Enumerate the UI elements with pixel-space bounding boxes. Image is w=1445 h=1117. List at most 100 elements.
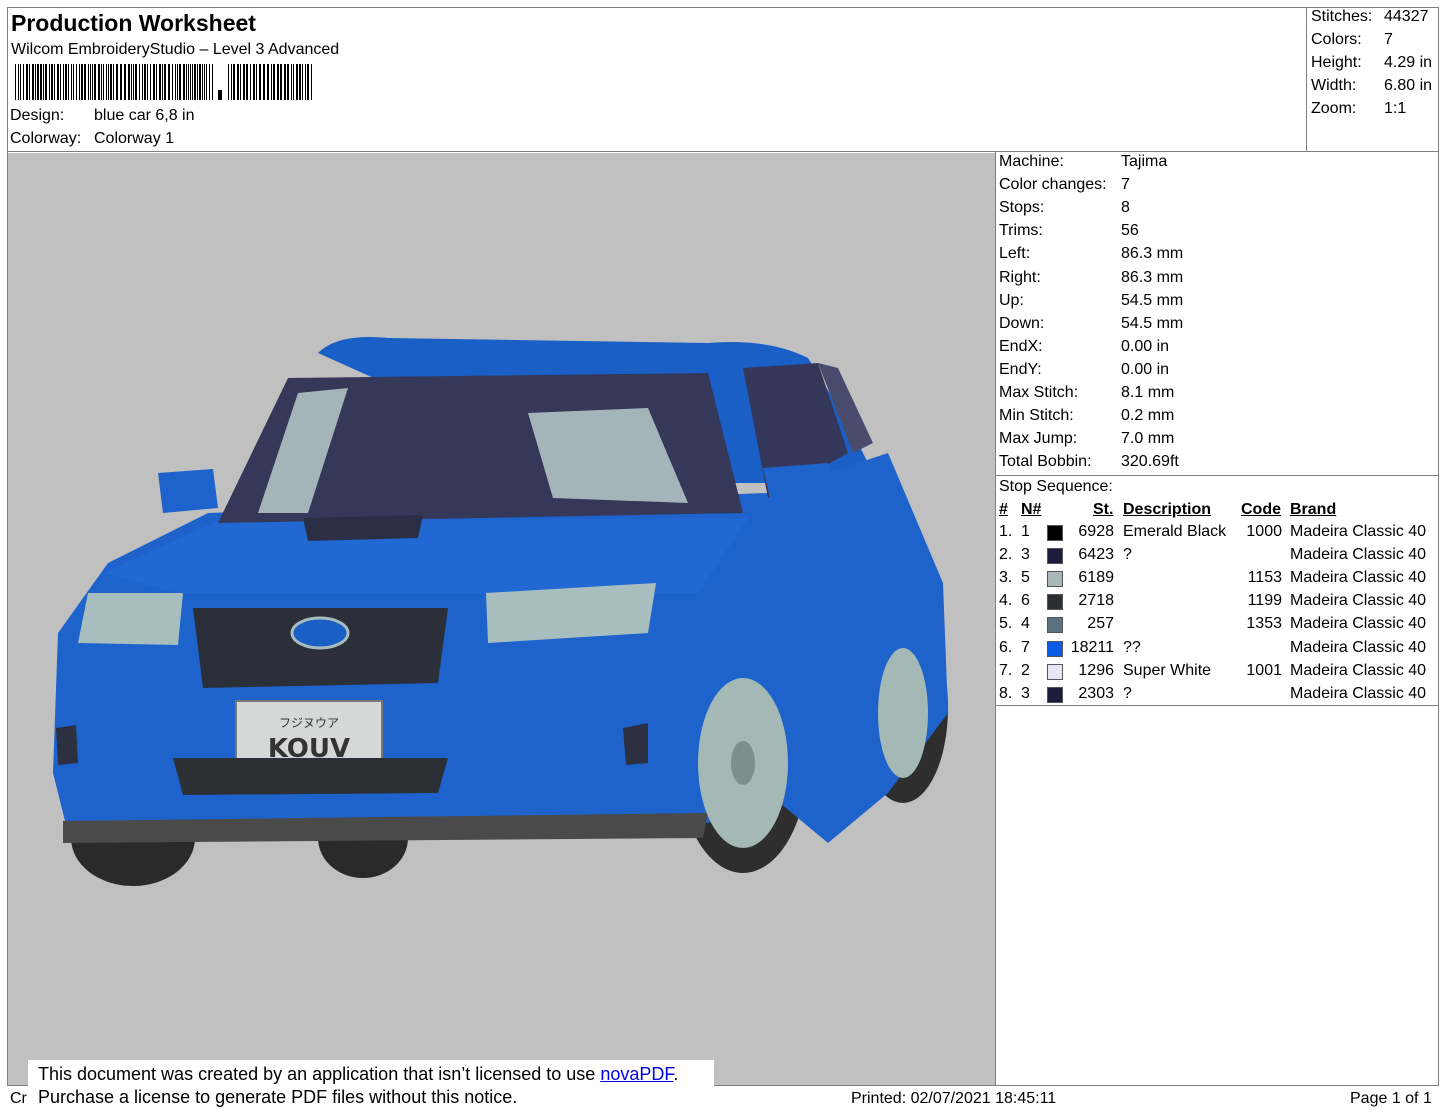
col-header-n: N# bbox=[1021, 501, 1042, 518]
stop-row-needle: 4 bbox=[1021, 615, 1030, 632]
info-separator bbox=[995, 475, 1439, 476]
stop-row-brand: Madeira Classic 40 bbox=[1290, 569, 1427, 586]
stop-row-index: 7. bbox=[999, 662, 1013, 679]
width-value: 6.80 in bbox=[1384, 77, 1433, 94]
color-swatch bbox=[1047, 664, 1063, 680]
machine-info-label: Max Stitch: bbox=[999, 384, 1079, 401]
stop-row-stitches: 6189 bbox=[1078, 569, 1114, 586]
license-notice: This document was created by an applicat… bbox=[28, 1060, 714, 1112]
machine-info-label: Left: bbox=[999, 245, 1031, 262]
stop-row-brand: Madeira Classic 40 bbox=[1290, 662, 1427, 679]
stop-row-index: 2. bbox=[999, 546, 1013, 563]
machine-info-label: Min Stitch: bbox=[999, 407, 1074, 424]
colorway-label: Colorway: bbox=[10, 130, 82, 147]
page-title: Production Worksheet bbox=[11, 10, 256, 36]
stop-row-stitches: 257 bbox=[1087, 615, 1114, 632]
machine-info-value: 54.5 mm bbox=[1121, 315, 1184, 332]
machine-info-label: Total Bobbin: bbox=[999, 453, 1092, 470]
machine-info-label: Up: bbox=[999, 292, 1024, 309]
stop-row-needle: 6 bbox=[1021, 592, 1030, 609]
stop-row-stitches: 1296 bbox=[1078, 662, 1114, 679]
design-value: blue car 6,8 in bbox=[94, 107, 195, 124]
stop-row-index: 6. bbox=[999, 639, 1013, 656]
machine-info-value: 0.00 in bbox=[1121, 361, 1170, 378]
machine-info-value: 7.0 mm bbox=[1121, 430, 1175, 447]
stop-row-description: Emerald Black bbox=[1123, 523, 1227, 540]
stop-row-brand: Madeira Classic 40 bbox=[1290, 592, 1427, 609]
colors-label: Colors: bbox=[1311, 31, 1362, 48]
stop-row-index: 5. bbox=[999, 615, 1013, 632]
machine-info-label: Down: bbox=[999, 315, 1045, 332]
frame-top-border bbox=[7, 7, 1439, 8]
stop-row-needle: 1 bbox=[1021, 523, 1030, 540]
width-label: Width: bbox=[1311, 77, 1357, 94]
machine-info-value: 0.00 in bbox=[1121, 338, 1170, 355]
machine-info-value: 86.3 mm bbox=[1121, 269, 1184, 286]
machine-info-label: Right: bbox=[999, 269, 1041, 286]
color-swatch bbox=[1047, 687, 1063, 703]
stop-row-stitches: 6423 bbox=[1078, 546, 1114, 563]
stop-row-code: 1353 bbox=[1246, 615, 1282, 632]
color-swatch bbox=[1047, 525, 1063, 541]
machine-info-value: 54.5 mm bbox=[1121, 292, 1184, 309]
height-label: Height: bbox=[1311, 54, 1362, 71]
stop-sequence-title: Stop Sequence: bbox=[999, 478, 1113, 495]
machine-info-value: 8.1 mm bbox=[1121, 384, 1175, 401]
stats-left-border bbox=[1306, 7, 1307, 152]
stop-row-stitches: 6928 bbox=[1078, 523, 1114, 540]
stop-row-stitches: 18211 bbox=[1070, 639, 1114, 656]
footer-created-text: Cr bbox=[10, 1090, 27, 1107]
colorway-value: Colorway 1 bbox=[94, 130, 175, 147]
colors-value: 7 bbox=[1384, 31, 1393, 48]
stop-row-needle: 2 bbox=[1021, 662, 1030, 679]
stop-row-brand: Madeira Classic 40 bbox=[1290, 523, 1427, 540]
col-header-description: Description bbox=[1123, 501, 1212, 518]
stop-row-brand: Madeira Classic 40 bbox=[1290, 639, 1427, 656]
col-header-num: # bbox=[999, 501, 1008, 518]
stop-row-brand: Madeira Classic 40 bbox=[1290, 546, 1427, 563]
machine-info-label: Color changes: bbox=[999, 176, 1107, 193]
stop-row-index: 3. bbox=[999, 569, 1013, 586]
stop-row-description: ?? bbox=[1123, 639, 1141, 656]
color-swatch bbox=[1047, 594, 1063, 610]
col-header-stitches: St. bbox=[1093, 501, 1114, 518]
color-swatch bbox=[1047, 571, 1063, 587]
machine-info-label: Trims: bbox=[999, 222, 1043, 239]
machine-info-value: 7 bbox=[1121, 176, 1130, 193]
notice-line-2: Purchase a license to generate PDF files… bbox=[38, 1087, 518, 1107]
stitches-label: Stitches: bbox=[1311, 8, 1373, 25]
stop-row-description: ? bbox=[1123, 685, 1132, 702]
stop-row-index: 1. bbox=[999, 523, 1013, 540]
info-panel-left-border bbox=[995, 151, 996, 1085]
color-swatch bbox=[1047, 617, 1063, 633]
software-subtitle: Wilcom EmbroideryStudio – Level 3 Advanc… bbox=[11, 41, 340, 58]
plate-top-text: フジヌウア bbox=[279, 716, 339, 730]
machine-info-label: EndY: bbox=[999, 361, 1042, 378]
novapdf-link[interactable]: novaPDF bbox=[600, 1064, 673, 1084]
machine-info-value: 56 bbox=[1121, 222, 1139, 239]
stop-row-code: 1153 bbox=[1247, 569, 1282, 586]
machine-info-value: Tajima bbox=[1121, 153, 1168, 170]
stop-row-index: 4. bbox=[999, 592, 1013, 609]
zoom-value: 1:1 bbox=[1384, 100, 1407, 117]
machine-info-value: 320.69ft bbox=[1121, 453, 1179, 470]
machine-info-value: 8 bbox=[1121, 199, 1130, 216]
stop-row-stitches: 2718 bbox=[1078, 592, 1114, 609]
design-label: Design: bbox=[10, 107, 65, 124]
stop-row-code: 1199 bbox=[1247, 592, 1282, 609]
stop-row-index: 8. bbox=[999, 685, 1013, 702]
zoom-label: Zoom: bbox=[1311, 100, 1357, 117]
header-bottom-border bbox=[7, 151, 1439, 152]
car-embroidery-image: フジヌウア KOUV bbox=[53, 337, 948, 886]
color-swatch bbox=[1047, 548, 1063, 564]
footer-printed-date: Printed: 02/07/2021 18:45:11 bbox=[851, 1090, 1057, 1107]
machine-info-label: EndX: bbox=[999, 338, 1043, 355]
notice-line-1-period: . bbox=[673, 1064, 679, 1084]
stop-row-stitches: 2303 bbox=[1078, 685, 1114, 702]
barcode-image bbox=[15, 64, 312, 100]
height-value: 4.29 in bbox=[1384, 54, 1433, 71]
stop-row-code: 1001 bbox=[1246, 662, 1282, 679]
stop-row-description: ? bbox=[1123, 546, 1132, 563]
stop-row-needle: 7 bbox=[1021, 639, 1030, 656]
frame-right-border bbox=[1438, 7, 1439, 1085]
